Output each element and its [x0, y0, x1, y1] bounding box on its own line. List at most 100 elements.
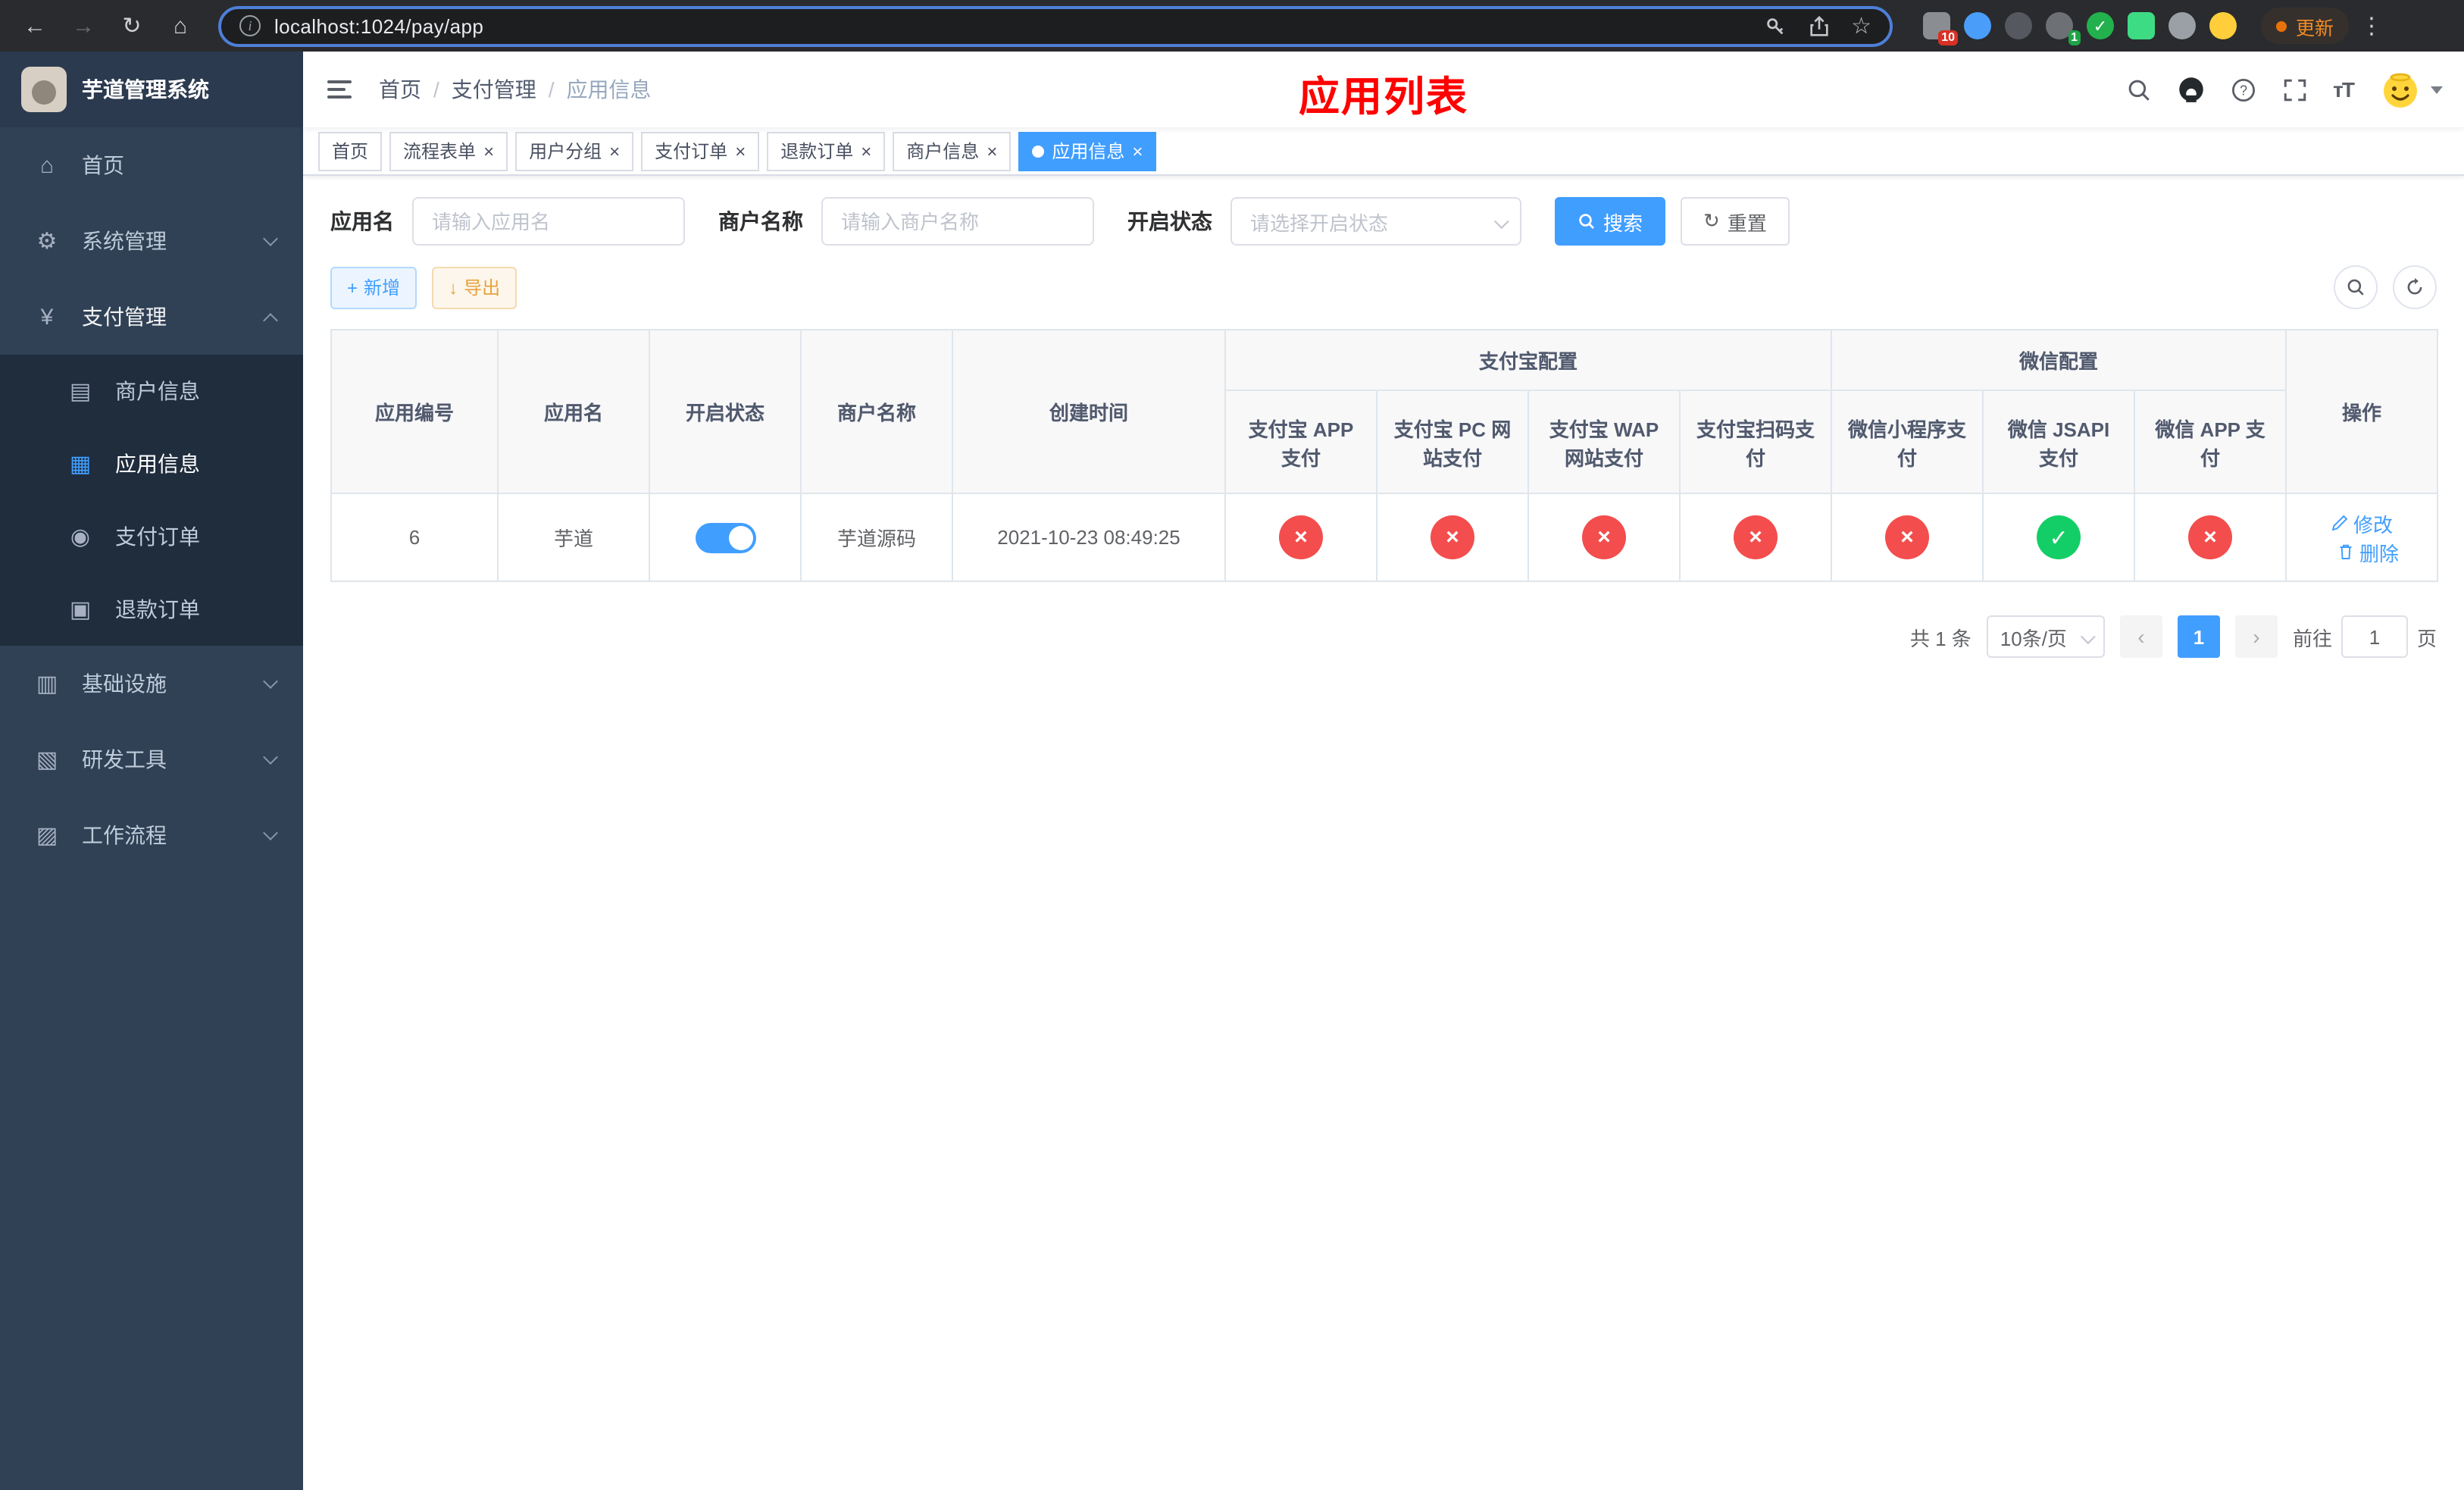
- close-icon[interactable]: ×: [987, 142, 997, 160]
- sidebar-item-refund-orders[interactable]: ▣ 退款订单: [0, 573, 303, 646]
- col-alipay-wap: 支付宝 WAP 网站支付: [1527, 390, 1681, 494]
- merchant-name-input[interactable]: [821, 197, 1094, 246]
- browser-menu-icon[interactable]: ⋮: [2358, 12, 2385, 39]
- user-avatar[interactable]: [2379, 68, 2443, 111]
- delete-link[interactable]: 删除: [2337, 537, 2399, 566]
- sidebar-logo[interactable]: 芋道管理系统: [0, 52, 303, 127]
- sidebar-item-payment[interactable]: ¥ 支付管理: [0, 279, 303, 355]
- help-icon[interactable]: ?: [2230, 77, 2256, 102]
- goto-label: 前往: [2292, 627, 2332, 650]
- status-label: 开启状态: [1127, 209, 1212, 233]
- extension-blue-icon[interactable]: [1964, 12, 1991, 39]
- site-info-icon[interactable]: i: [239, 15, 261, 36]
- extension-green-square-icon[interactable]: [2128, 12, 2155, 39]
- col-group-alipay: 支付宝配置: [1224, 329, 1833, 391]
- toggle-search-button[interactable]: [2334, 265, 2378, 309]
- address-bar[interactable]: i localhost:1024/pay/app ☆: [218, 5, 1893, 46]
- app-name-label: 应用名: [330, 209, 394, 233]
- tab-user-group[interactable]: 用户分组 ×: [515, 131, 634, 171]
- tab-label: 流程表单: [403, 141, 477, 162]
- page-size-select[interactable]: 10条/页: [1986, 615, 2105, 658]
- bookmark-star-icon[interactable]: ☆: [1851, 12, 1871, 39]
- status-select-placeholder: 请选择开启状态: [1250, 211, 1389, 234]
- col-ops: 操作: [2285, 329, 2439, 494]
- tab-merchant-info[interactable]: 商户信息 ×: [893, 131, 1012, 171]
- sidebar-item-home[interactable]: ⌂ 首页: [0, 127, 303, 203]
- col-group-wechat: 微信配置: [1831, 329, 2287, 391]
- browser-update-button[interactable]: 更新: [2261, 8, 2350, 44]
- hamburger-icon[interactable]: [303, 52, 379, 127]
- tab-app-info-active[interactable]: 应用信息 ×: [1018, 131, 1157, 171]
- browser-reload-button[interactable]: ↻: [112, 6, 152, 45]
- status-fail-icon: ×: [1885, 515, 1930, 559]
- app-name-input[interactable]: [412, 197, 685, 246]
- tab-pay-orders[interactable]: 支付订单 ×: [641, 131, 760, 171]
- browser-forward-button[interactable]: →: [64, 6, 103, 45]
- sidebar-item-workflow[interactable]: ▨ 工作流程: [0, 797, 303, 873]
- col-app-name: 应用名: [497, 329, 650, 494]
- tab-home[interactable]: 首页: [318, 131, 383, 171]
- card-icon: ▤: [69, 379, 92, 405]
- col-alipay-qr: 支付宝扫码支付: [1678, 390, 1833, 494]
- share-icon[interactable]: [1807, 14, 1830, 37]
- chevron-up-icon: [263, 312, 278, 327]
- close-icon[interactable]: ×: [861, 142, 871, 160]
- tab-refund-orders[interactable]: 退款订单 ×: [767, 131, 886, 171]
- sidebar-item-label: 首页: [82, 153, 124, 177]
- sidebar-item-dev-tools[interactable]: ▧ 研发工具: [0, 722, 303, 797]
- fullscreen-icon[interactable]: [2281, 77, 2307, 102]
- col-alipay-app: 支付宝 APP 支付: [1224, 390, 1377, 494]
- svg-text:?: ?: [2239, 82, 2247, 97]
- github-icon[interactable]: [2177, 76, 2204, 103]
- extension-profile-icon[interactable]: 1: [2046, 12, 2081, 45]
- close-icon[interactable]: ×: [609, 142, 620, 160]
- sidebar-item-label: 商户信息: [115, 379, 200, 403]
- breadcrumb-home[interactable]: 首页: [379, 74, 421, 105]
- sidebar-item-app-info[interactable]: ▦ 应用信息: [0, 427, 303, 500]
- browser-back-button[interactable]: ←: [15, 6, 55, 45]
- search-icon[interactable]: [2125, 77, 2151, 102]
- status-select[interactable]: 请选择开启状态: [1230, 197, 1521, 246]
- extension-dark-icon[interactable]: [2005, 12, 2032, 39]
- refresh-button[interactable]: [2393, 265, 2437, 309]
- font-size-icon[interactable]: тT: [2333, 77, 2355, 102]
- add-button[interactable]: + 新增: [330, 266, 417, 308]
- plus-icon: +: [347, 277, 358, 298]
- sidebar: 芋道管理系统 ⌂ 首页 ⚙ 系统管理 ¥ 支付管理 ▤ 商户信息 ▦ 应用信息 …: [0, 52, 303, 1490]
- sidebar-item-infrastructure[interactable]: ▥ 基础设施: [0, 646, 303, 722]
- sidebar-item-system[interactable]: ⚙ 系统管理: [0, 203, 303, 279]
- next-page-button[interactable]: ›: [2234, 615, 2278, 658]
- update-dot-icon: [2276, 20, 2287, 31]
- col-wechat-mini: 微信小程序支付: [1831, 390, 1984, 494]
- browser-home-button[interactable]: ⌂: [161, 6, 200, 45]
- password-key-icon[interactable]: [1763, 14, 1786, 37]
- prev-page-button[interactable]: ‹: [2119, 615, 2162, 658]
- tab-process-form[interactable]: 流程表单 ×: [389, 131, 508, 171]
- search-button[interactable]: 搜索: [1555, 197, 1666, 246]
- col-status: 开启状态: [649, 329, 802, 494]
- status-toggle[interactable]: [695, 522, 755, 552]
- reset-button[interactable]: ↻ 重置: [1681, 197, 1790, 246]
- extension-green-check-icon[interactable]: ✓: [2087, 12, 2114, 39]
- cell-app-name: 芋道: [497, 493, 650, 582]
- edit-link[interactable]: 修改: [2331, 509, 2393, 537]
- check-glyph: ✓: [2093, 17, 2108, 36]
- tab-label: 商户信息: [906, 141, 980, 162]
- sidebar-item-pay-orders[interactable]: ◉ 支付订单: [0, 500, 303, 573]
- sidebar-item-label: 支付管理: [82, 305, 167, 329]
- close-icon[interactable]: ×: [735, 142, 746, 160]
- close-icon[interactable]: ×: [483, 142, 494, 160]
- breadcrumb-payment[interactable]: 支付管理: [452, 74, 536, 105]
- current-page-button[interactable]: 1: [2177, 615, 2220, 658]
- sidebar-item-label: 工作流程: [82, 823, 167, 847]
- goto-page-input[interactable]: [2340, 615, 2408, 658]
- extension-smiley-icon[interactable]: [2209, 12, 2237, 39]
- app-shell: 芋道管理系统 ⌂ 首页 ⚙ 系统管理 ¥ 支付管理 ▤ 商户信息 ▦ 应用信息 …: [0, 52, 2464, 1490]
- trash-icon: [2340, 544, 2352, 559]
- cell-alipay-wap: ×: [1527, 493, 1681, 582]
- sidebar-item-merchant-info[interactable]: ▤ 商户信息: [0, 355, 303, 427]
- extensions-puzzle-icon[interactable]: 10: [1923, 12, 1958, 45]
- export-button[interactable]: ↓ 导出: [432, 266, 518, 308]
- close-icon[interactable]: ×: [1132, 142, 1143, 160]
- extension-pin-icon[interactable]: [2169, 12, 2196, 39]
